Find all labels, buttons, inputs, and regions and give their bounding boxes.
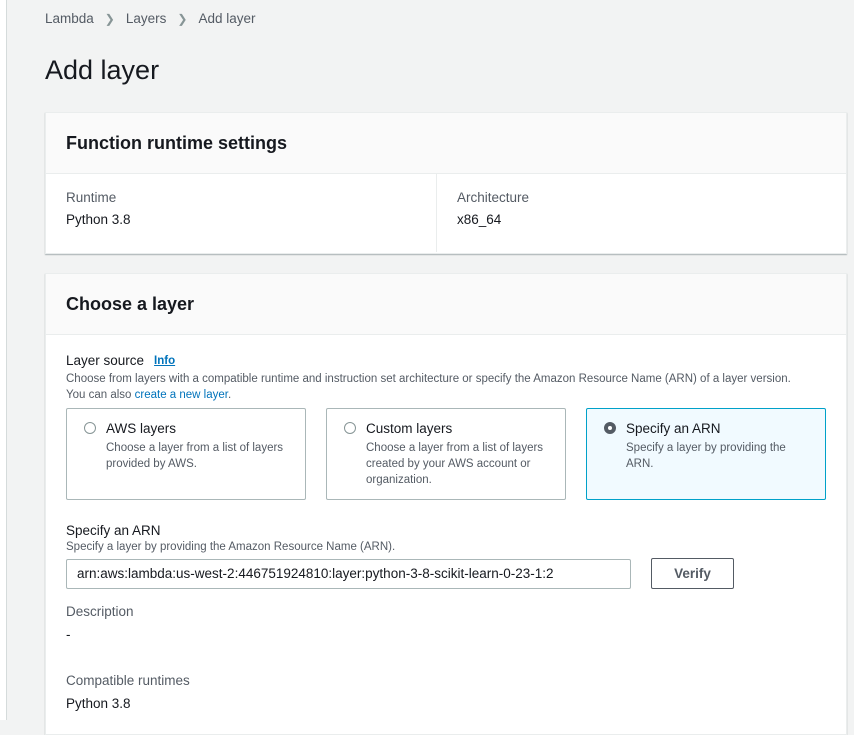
option-aws-layers[interactable]: AWS layers Choose a layer from a list of… xyxy=(66,408,306,500)
layer-source-description: Choose from layers with a compatible run… xyxy=(66,371,806,403)
compatible-runtimes-value: Python 3.8 xyxy=(66,696,131,711)
option-specify-arn[interactable]: Specify an ARN Specify a layer by provid… xyxy=(586,408,826,500)
choose-layer-panel: Choose a layer Layer source Info Choose … xyxy=(45,273,847,735)
runtime-value: Python 3.8 xyxy=(66,212,131,227)
option-description: Choose a layer from a list of layers cre… xyxy=(366,442,544,486)
option-title: Specify an ARN xyxy=(626,421,721,436)
arn-description: Specify a layer by providing the Amazon … xyxy=(66,541,396,553)
breadcrumb: Lambda ❯ Layers ❯ Add layer xyxy=(45,11,256,26)
architecture-label: Architecture xyxy=(457,190,530,205)
breadcrumb-lambda[interactable]: Lambda xyxy=(45,11,94,26)
breadcrumb-current: Add layer xyxy=(198,11,256,26)
panel-title: Choose a layer xyxy=(66,293,195,314)
runtime-label: Runtime xyxy=(66,190,117,205)
radio-selected-icon[interactable] xyxy=(604,422,616,434)
create-new-layer-link[interactable]: create a new layer xyxy=(135,389,228,401)
compatible-runtimes-label: Compatible runtimes xyxy=(66,673,190,688)
runtime-settings-row: Runtime Python 3.8 Architecture x86_64 xyxy=(46,174,846,252)
architecture-value: x86_64 xyxy=(457,212,502,227)
function-runtime-settings-panel: Function runtime settings Runtime Python… xyxy=(45,112,847,254)
option-description: Choose a layer from a list of layers pro… xyxy=(106,442,284,470)
breadcrumb-layers[interactable]: Layers xyxy=(126,11,167,26)
option-description: Specify a layer by providing the ARN. xyxy=(626,442,786,470)
description-value: - xyxy=(66,627,71,642)
radio-icon[interactable] xyxy=(344,422,356,434)
layer-source-section: Layer source Info Choose from layers wit… xyxy=(46,353,846,711)
architecture-field: Architecture x86_64 xyxy=(436,174,826,252)
radio-icon[interactable] xyxy=(84,422,96,434)
layer-source-desc-end: . xyxy=(227,389,232,401)
verify-button[interactable]: Verify xyxy=(651,558,734,589)
layer-source-options: AWS layers Choose a layer from a list of… xyxy=(66,408,826,500)
option-title: Custom layers xyxy=(366,421,453,436)
option-custom-layers[interactable]: Custom layers Choose a layer from a list… xyxy=(326,408,566,500)
arn-input[interactable] xyxy=(66,558,631,589)
option-title: AWS layers xyxy=(106,421,177,436)
chevron-right-icon: ❯ xyxy=(177,11,188,26)
chevron-right-icon: ❯ xyxy=(104,11,115,26)
panel-header: Choose a layer xyxy=(46,274,846,335)
arn-label: Specify an ARN xyxy=(66,523,161,538)
page-title: Add layer xyxy=(45,55,160,85)
description-label: Description xyxy=(66,604,134,619)
layer-source-label-text: Layer source xyxy=(66,353,145,368)
arn-input-row: Verify xyxy=(66,558,826,589)
info-link[interactable]: Info xyxy=(154,355,175,367)
left-panel-edge xyxy=(0,0,7,720)
layer-source-label: Layer source Info xyxy=(66,353,826,368)
panel-title: Function runtime settings xyxy=(66,132,288,153)
panel-header: Function runtime settings xyxy=(46,113,846,174)
runtime-field: Runtime Python 3.8 xyxy=(46,174,436,252)
